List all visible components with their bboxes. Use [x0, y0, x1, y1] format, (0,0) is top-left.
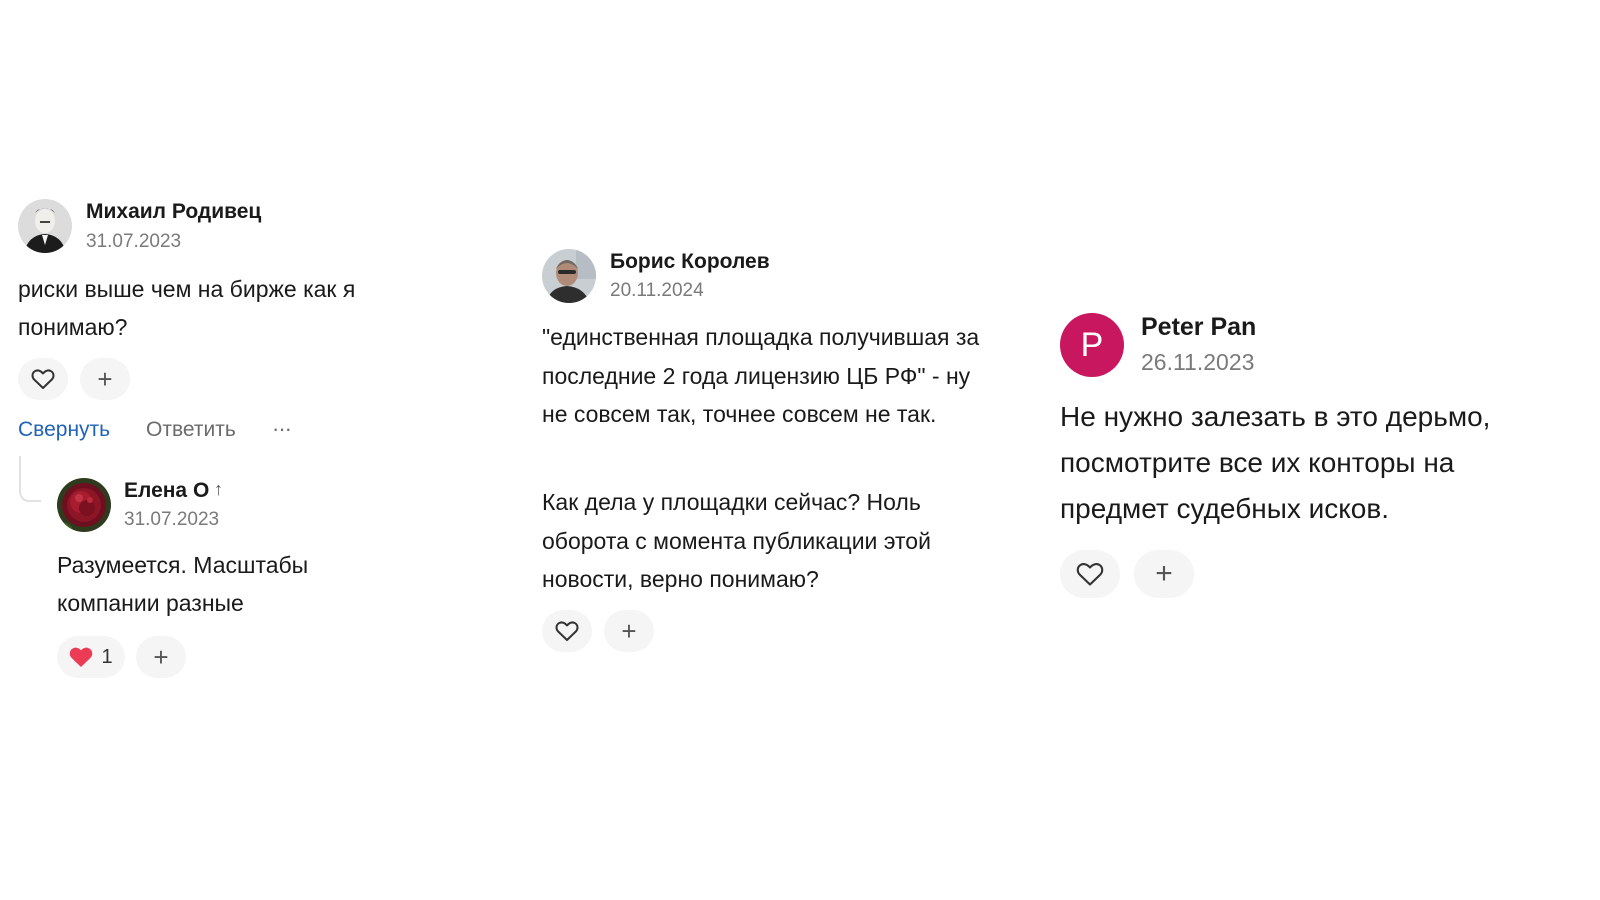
- add-reaction-button[interactable]: +: [604, 610, 654, 652]
- comment-date: 31.07.2023: [86, 231, 182, 252]
- cropped-actions-row: [57, 694, 257, 702]
- add-reaction-button[interactable]: +: [1134, 550, 1194, 598]
- author-avatar[interactable]: P: [1060, 313, 1124, 377]
- reply-link[interactable]: Ответить: [146, 418, 236, 442]
- like-count: 1: [101, 645, 113, 668]
- cropped-text-fragment: [57, 699, 257, 702]
- comment-text: Разумеется. Масштабы компании разные: [57, 552, 309, 616]
- thread-connector: [19, 456, 41, 502]
- comment-paragraph: Как дела у площадки сейчас? Ноль оборота…: [542, 489, 931, 592]
- plus-icon: +: [1155, 557, 1173, 590]
- collapse-link[interactable]: Свернуть: [18, 418, 110, 442]
- author-name[interactable]: Peter Pan: [1141, 313, 1256, 342]
- author-name[interactable]: Елена О: [124, 479, 209, 503]
- author-name[interactable]: Михаил Родивец: [86, 200, 261, 224]
- comment-text: Не нужно залезать в это дерьмо, посмотри…: [1060, 401, 1491, 524]
- comment-date: 26.11.2023: [1141, 349, 1255, 375]
- comment-paragraph: "единственная площадка получившая за пос…: [542, 324, 980, 427]
- comment-date: 20.11.2024: [610, 280, 704, 301]
- like-button[interactable]: [1060, 550, 1120, 598]
- add-reaction-button[interactable]: +: [80, 358, 130, 400]
- heart-filled-icon: [70, 647, 93, 667]
- like-button[interactable]: [18, 358, 68, 400]
- author-avatar[interactable]: [18, 199, 72, 253]
- author-avatar[interactable]: [57, 478, 111, 532]
- author-name[interactable]: Борис Королев: [610, 250, 770, 274]
- plus-icon: +: [153, 642, 169, 672]
- more-options-icon[interactable]: ···: [272, 416, 292, 442]
- add-reaction-button[interactable]: +: [136, 636, 186, 678]
- plus-icon: +: [621, 616, 637, 646]
- like-button[interactable]: [542, 610, 592, 652]
- plus-icon: +: [97, 364, 113, 394]
- author-avatar[interactable]: [542, 249, 596, 303]
- heart-icon: [1076, 563, 1104, 586]
- like-button[interactable]: 1: [57, 636, 125, 678]
- heart-icon: [555, 621, 579, 641]
- heart-icon: [31, 369, 55, 389]
- arrow-up-icon[interactable]: ↑: [214, 479, 223, 500]
- comment-text: риски выше чем на бирже как я понимаю?: [18, 276, 356, 340]
- comment-date: 31.07.2023: [124, 509, 220, 530]
